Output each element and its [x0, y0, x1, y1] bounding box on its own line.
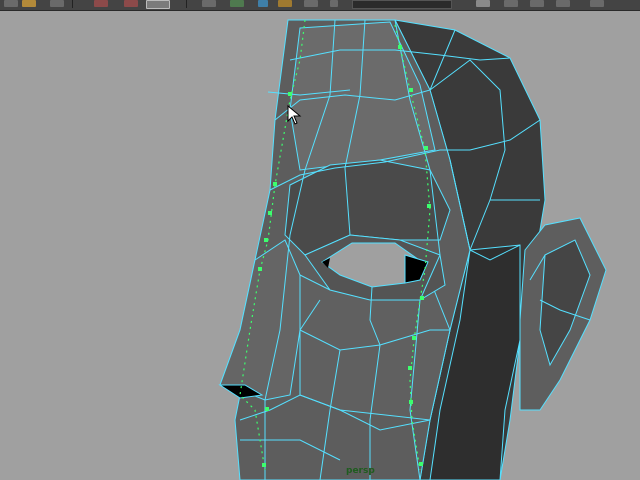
perspective-viewport[interactable]: [0, 11, 640, 480]
shelf-separator: [72, 0, 73, 8]
select-tool-icon[interactable]: [146, 0, 170, 9]
paint-select-icon[interactable]: [124, 0, 138, 7]
shelf-input-field[interactable]: [352, 0, 452, 9]
shelf-separator: [186, 0, 187, 8]
shelf-icon-extra-2[interactable]: [590, 0, 604, 7]
curve-snap-icon[interactable]: [230, 0, 244, 7]
camera-label: persp: [346, 466, 375, 476]
lasso-select-icon[interactable]: [94, 0, 108, 7]
head-mesh[interactable]: [0, 11, 640, 480]
live-surface-icon[interactable]: [304, 0, 318, 7]
render-icon[interactable]: [476, 0, 490, 7]
shelf-icon-3[interactable]: [50, 0, 64, 7]
tool-shelf: [0, 0, 640, 11]
nose-mesh: [219, 239, 301, 401]
shelf-icon-2[interactable]: [22, 0, 36, 7]
mouse-cursor-icon: [287, 105, 303, 125]
render-settings-icon[interactable]: [530, 0, 544, 7]
point-snap-icon[interactable]: [258, 0, 268, 7]
history-icon[interactable]: [330, 0, 338, 7]
ipr-render-icon[interactable]: [504, 0, 518, 7]
shelf-icon-extra[interactable]: [556, 0, 570, 7]
surface-snap-icon[interactable]: [278, 0, 292, 7]
grid-snap-icon[interactable]: [202, 0, 216, 7]
shelf-icon-1[interactable]: [4, 0, 18, 7]
